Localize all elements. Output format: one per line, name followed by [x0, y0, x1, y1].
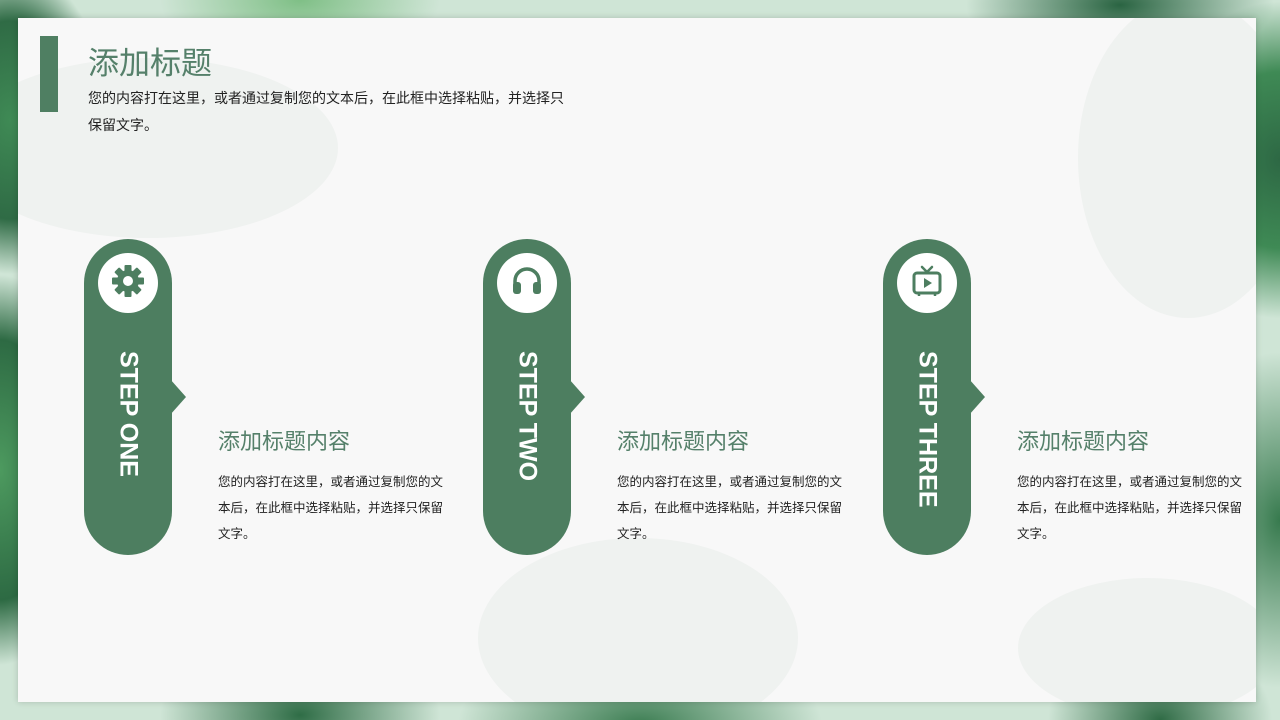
leaf-watermark	[478, 538, 798, 702]
step-pointer	[170, 379, 186, 415]
step-heading: 添加标题内容	[1017, 430, 1150, 455]
headphones-icon	[509, 263, 545, 303]
step-label: STEP THREE	[913, 351, 942, 508]
slide-card: 添加标题 您的内容打在这里，或者通过复制您的文本后，在此框中选择粘贴，并选择只保…	[18, 18, 1256, 702]
tv-icon	[909, 263, 945, 303]
step-label: STEP ONE	[114, 351, 143, 477]
gear-icon	[110, 263, 146, 303]
step-pointer	[569, 379, 585, 415]
step-label: STEP TWO	[513, 351, 542, 482]
step-heading: 添加标题内容	[218, 430, 351, 455]
step-label-wrap: STEP ONE	[84, 351, 172, 531]
step-one: STEP ONE	[84, 239, 186, 555]
step-pointer	[969, 379, 985, 415]
step-label-wrap: STEP TWO	[483, 351, 571, 531]
step-description: 您的内容打在这里，或者通过复制您的文本后，在此框中选择粘贴，并选择只保留文字。	[218, 474, 444, 541]
leaf-watermark	[18, 58, 338, 238]
leaf-watermark	[1018, 578, 1256, 702]
step-heading: 添加标题内容	[617, 430, 750, 455]
step-three: STEP THREE	[883, 239, 985, 555]
step-icon-circle	[98, 253, 158, 313]
leaf-watermark	[1078, 18, 1256, 318]
step-description: 您的内容打在这里，或者通过复制您的文本后，在此框中选择粘贴，并选择只保留文字。	[617, 474, 843, 541]
page-description: 您的内容打在这里，或者通过复制您的文本后，在此框中选择粘贴，并选择只保留文字。	[88, 91, 564, 134]
step-icon-circle	[897, 253, 957, 313]
step-two: STEP TWO	[483, 239, 585, 555]
page-title: 添加标题	[88, 46, 212, 82]
title-accent-bar	[40, 36, 58, 112]
step-description: 您的内容打在这里，或者通过复制您的文本后，在此框中选择粘贴，并选择只保留文字。	[1017, 474, 1243, 541]
step-label-wrap: STEP THREE	[883, 351, 971, 531]
step-icon-circle	[497, 253, 557, 313]
